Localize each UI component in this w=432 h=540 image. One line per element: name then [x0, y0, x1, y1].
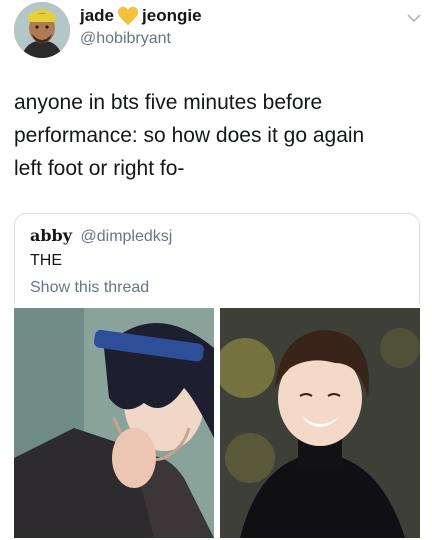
tweet-text-line: performance: so how does it go again: [14, 124, 365, 147]
show-thread-link[interactable]: Show this thread: [30, 279, 149, 297]
quoted-tweet-header: abby @dimpledksj: [30, 226, 172, 246]
display-name-first: jade: [80, 6, 115, 25]
avatar-image: [14, 2, 70, 58]
media-grid: [14, 308, 420, 538]
chevron-down-icon[interactable]: [406, 12, 422, 24]
person-photo: [220, 308, 420, 538]
quoted-tweet[interactable]: abby @dimpledksj THE Show this thread: [14, 213, 420, 303]
quoted-tweet-handle: @dimpledksj: [80, 228, 173, 245]
anime-character-image: [14, 308, 214, 538]
avatar[interactable]: [14, 2, 70, 58]
display-name[interactable]: jade jeongie: [80, 6, 202, 26]
tweet-text-line: left foot or right fo-: [14, 157, 185, 180]
quoted-tweet-name: abby: [30, 226, 73, 245]
tweet-text: anyone in bts five minutes before perfor…: [14, 86, 424, 185]
quoted-tweet-text: THE: [30, 252, 62, 269]
user-handle[interactable]: @hobibryant: [80, 30, 171, 48]
media-image-left[interactable]: [14, 308, 214, 538]
display-name-second: jeongie: [142, 6, 202, 25]
yellow-heart-icon: [117, 6, 139, 26]
media-image-right[interactable]: [220, 308, 420, 538]
tweet-text-line: anyone in bts five minutes before: [14, 91, 323, 114]
